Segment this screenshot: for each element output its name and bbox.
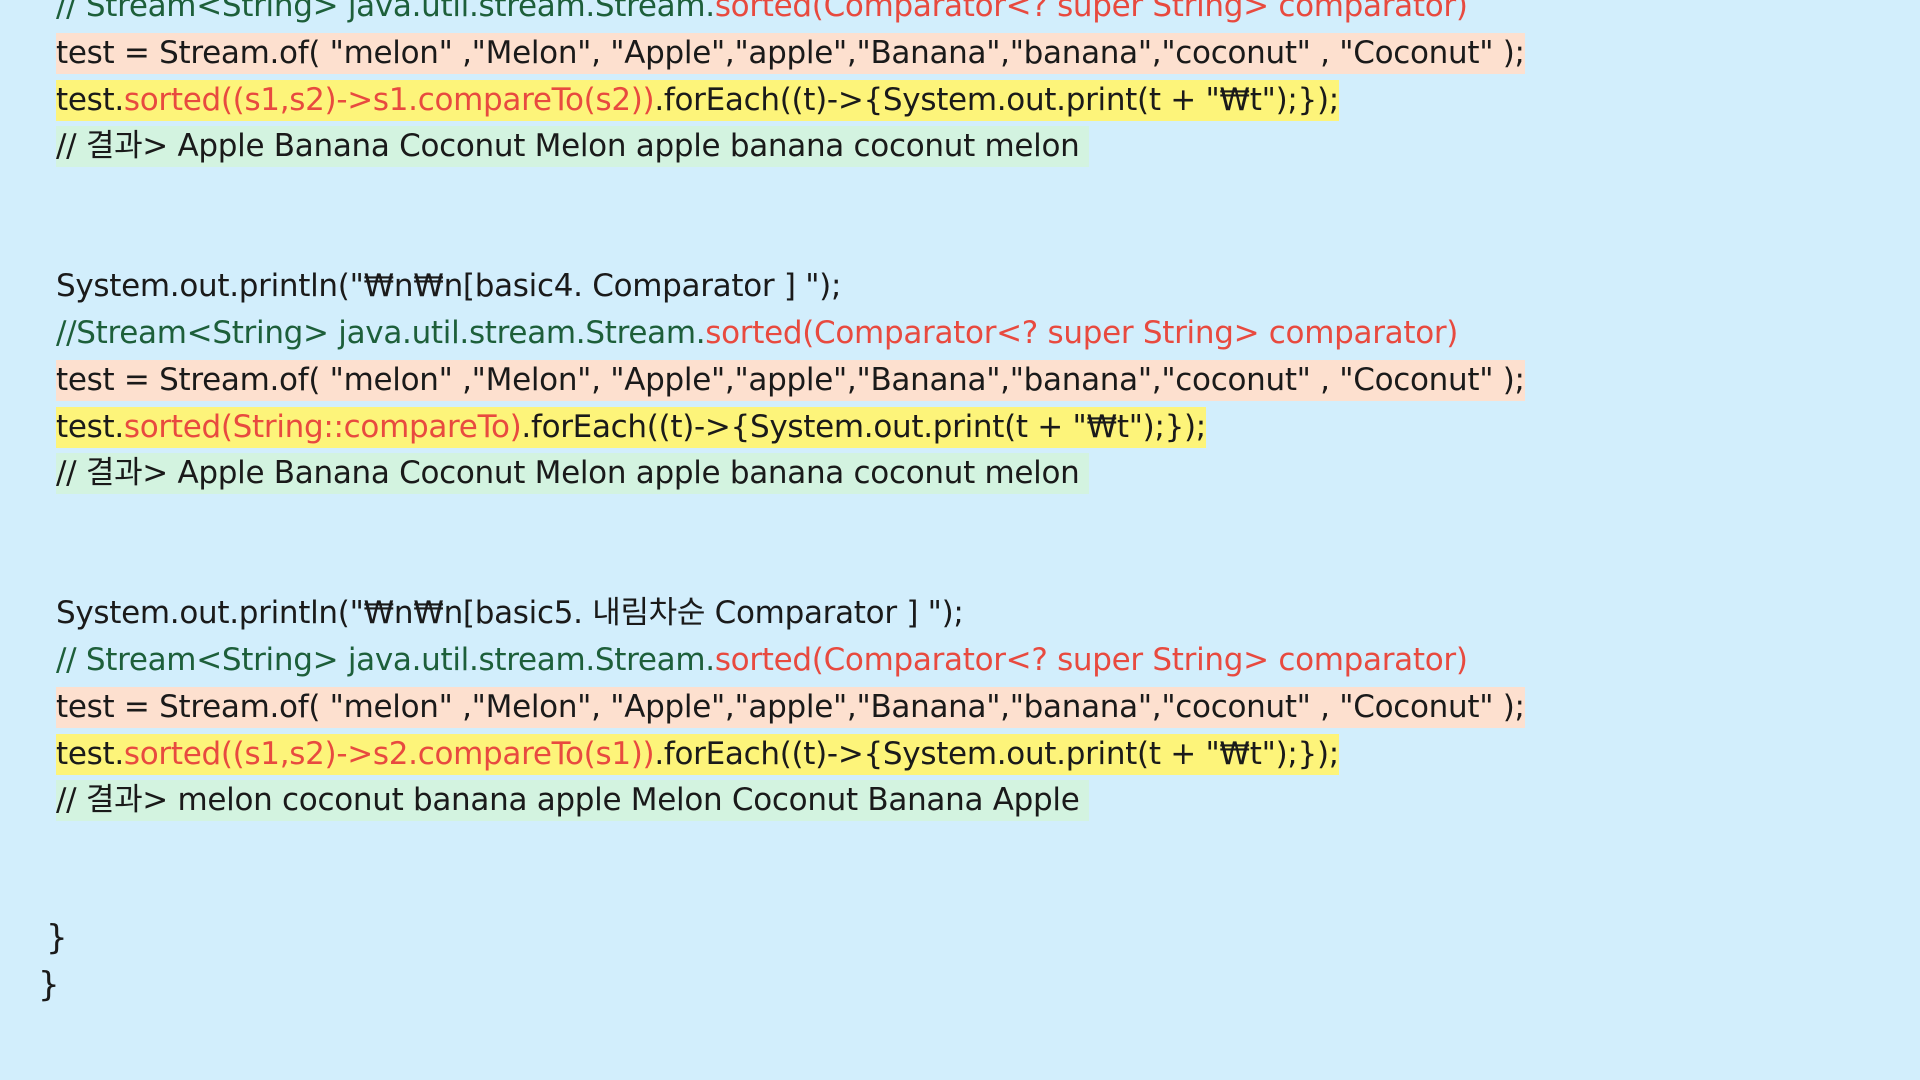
sorted-method-ref: sorted(String::compareTo)	[123, 409, 522, 445]
comment-method: sorted(Comparator<? super String> compar…	[705, 315, 1459, 351]
println-line: System.out.println("₩n₩n[basic5. 내림차순 Co…	[56, 595, 964, 631]
test-assignment-line: test = Stream.of( "melon" ,"Melon", "App…	[56, 687, 1525, 728]
comment-prefix: // Stream<String> java.util.stream.Strea…	[56, 642, 715, 678]
call-suffix: .forEach((t)->{System.out.print(t + "₩t"…	[654, 736, 1339, 772]
class-closing-brace: }	[38, 965, 60, 1005]
sorted-lambda: sorted((s1,s2)->s1.compareTo(s2))	[123, 82, 655, 118]
stream-comment-line: // Stream<String> java.util.stream.Strea…	[56, 640, 1468, 681]
call-suffix: .forEach((t)->{System.out.print(t + "₩t"…	[654, 82, 1339, 118]
stream-comment-line: // Stream<String> java.util.stream.Strea…	[56, 0, 1468, 27]
result-comment-line: // 결과> Apple Banana Coconut Melon apple …	[56, 453, 1090, 494]
comment-prefix: //Stream<String> java.util.stream.Stream…	[56, 315, 706, 351]
test-assignment-line: test = Stream.of( "melon" ,"Melon", "App…	[56, 360, 1525, 401]
call-suffix: .forEach((t)->{System.out.print(t + "₩t"…	[521, 409, 1206, 445]
sorted-call-line: test.sorted(String::compareTo).forEach((…	[56, 407, 1206, 448]
test-assignment-line: test = Stream.of( "melon" ,"Melon", "App…	[56, 33, 1525, 74]
call-prefix: test.	[56, 82, 124, 118]
sorted-call-line: test.sorted((s1,s2)->s1.compareTo(s2)).f…	[56, 80, 1339, 121]
println-line: System.out.println("₩n₩n[basic4. Compara…	[56, 268, 842, 304]
stream-comment-line: //Stream<String> java.util.stream.Stream…	[56, 313, 1458, 354]
result-comment-line: // 결과> Apple Banana Coconut Melon apple …	[56, 126, 1090, 167]
method-closing-brace: }	[46, 918, 68, 958]
sorted-reverse-lambda: sorted((s1,s2)->s2.compareTo(s1))	[123, 736, 655, 772]
comment-method: sorted(Comparator<? super String> compar…	[714, 642, 1468, 678]
result-comment-line: // 결과> melon coconut banana apple Melon …	[56, 780, 1090, 821]
call-prefix: test.	[56, 736, 124, 772]
code-canvas: // Stream<String> java.util.stream.Strea…	[0, 0, 1920, 1080]
comment-method: sorted(Comparator<? super String> compar…	[714, 0, 1468, 24]
comment-prefix: // Stream<String> java.util.stream.Strea…	[56, 0, 715, 24]
call-prefix: test.	[56, 409, 124, 445]
sorted-call-line: test.sorted((s1,s2)->s2.compareTo(s1)).f…	[56, 734, 1339, 775]
